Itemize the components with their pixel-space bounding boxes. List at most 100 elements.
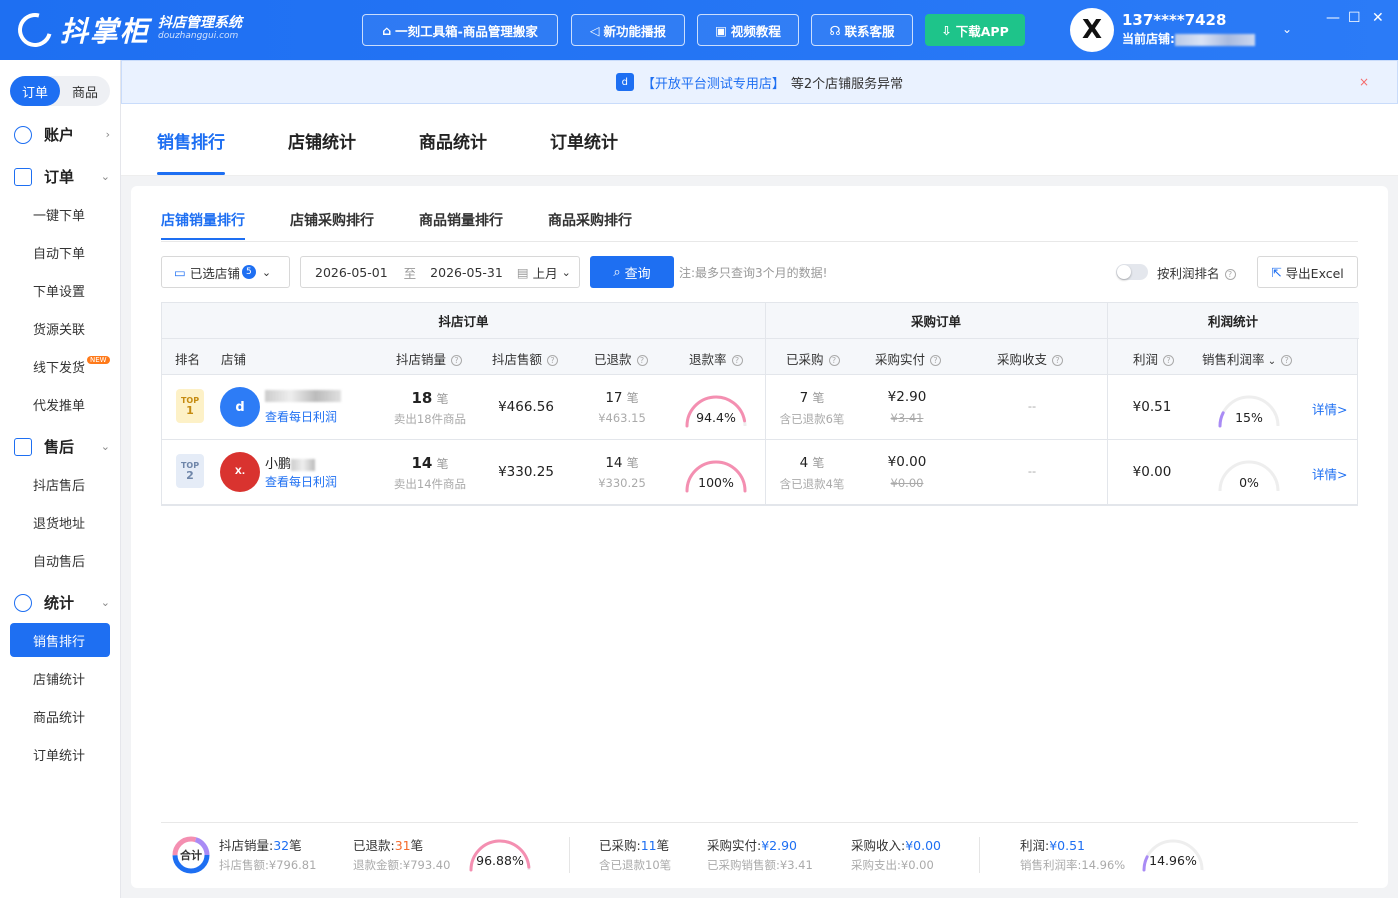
segment-orders[interactable]: 订单 [10, 76, 60, 106]
sales-count: 18 [411, 389, 433, 407]
sidebar-item-one-click-order[interactable]: 一键下单 [10, 197, 110, 231]
chevron-right-icon: › [105, 128, 110, 141]
sidebar-group-account[interactable]: 账户 › [14, 124, 114, 145]
table-row: TOP 2 X. 小鹏 查看每日利润 14 笔 卖出14件商品 ¥330.25 1… [162, 440, 1357, 505]
help-icon[interactable]: ? [451, 355, 463, 366]
subtab-product-sales-ranking[interactable]: 商品销量排行 [419, 210, 503, 230]
sidebar-item-return-address[interactable]: 退货地址 [10, 505, 110, 539]
purchased-count: 4 [799, 455, 809, 471]
refund-amount: ¥330.25 [598, 476, 646, 490]
sidebar-group-aftersale[interactable]: 售后 ⌄ [14, 436, 114, 457]
sidebar-item-douyin-aftersale[interactable]: 抖店售后 [10, 467, 110, 501]
sidebar-group-statistics[interactable]: 统计 ⌄ [14, 592, 114, 613]
detail-link[interactable]: 详情> [1312, 399, 1347, 418]
shop-name-redacted [265, 389, 341, 402]
subtab-shop-purchase-ranking[interactable]: 店铺采购排行 [290, 210, 374, 230]
headset-icon: ☊ [829, 22, 841, 38]
help-icon[interactable]: ? [1224, 269, 1236, 280]
contact-service-button[interactable]: ☊ 联系客服 [811, 14, 913, 46]
total-purchased: 已采购:11笔 [599, 838, 670, 853]
shop-selector[interactable]: ▭ 已选店铺 5 ⌄ [161, 256, 290, 288]
sidebar-item-product-stats[interactable]: 商品统计 [10, 699, 110, 733]
sales-amount: ¥466.56 [498, 399, 554, 415]
total-margin-label: 销售利润率:14.96% [1020, 858, 1126, 872]
sidebar-item-offline-ship[interactable]: 线下发货 NEW [10, 349, 110, 383]
subtab-product-purchase-ranking[interactable]: 商品采购排行 [548, 210, 632, 230]
notice-shop-link[interactable]: 【开放平台测试专用店】 [642, 73, 785, 92]
logo-icon [11, 6, 59, 54]
help-icon[interactable]: ? [828, 355, 840, 366]
user-menu[interactable]: X 137****7428 当前店铺: [1070, 8, 1255, 52]
toolbox-button[interactable]: ⌂ 一刻工具箱-商品管理搬家 [362, 14, 558, 46]
top-bar: 抖掌柜 抖店管理系统 douzhanggui.com ⌂ 一刻工具箱-商品管理搬家… [0, 0, 1398, 60]
refund-count: 14 [605, 455, 623, 471]
help-icon[interactable]: ? [547, 355, 559, 366]
toolbox-icon: ⌂ [382, 22, 392, 38]
purchased-count: 7 [799, 390, 809, 406]
total-purchase-income: 采购收入:¥0.00 [851, 838, 942, 853]
help-icon[interactable]: ? [930, 355, 942, 366]
tab-product-stats[interactable]: 商品统计 [419, 128, 487, 153]
divider [765, 303, 766, 506]
divider [569, 837, 570, 873]
sidebar-item-auto-aftersale[interactable]: 自动售后 [10, 543, 110, 577]
group-header-profit-stats: 利润统计 [1107, 303, 1359, 339]
purchase-balance: -- [1027, 399, 1037, 413]
new-features-button[interactable]: ◁ 新功能播报 [571, 14, 685, 46]
profit-rank-toggle[interactable] [1116, 264, 1148, 280]
query-button[interactable]: ⌕ 查询 [590, 256, 674, 288]
download-app-button[interactable]: ⇩ 下载APP [925, 14, 1025, 46]
sidebar-item-auto-order[interactable]: 自动下单 [10, 235, 110, 269]
app-subtitle: 抖店管理系统 [158, 15, 243, 31]
divider [1107, 303, 1108, 506]
maximize-button[interactable]: ☐ [1348, 10, 1361, 26]
view-daily-profit-link[interactable]: 查看每日利润 [265, 408, 337, 425]
group-header-purchase-orders: 采购订单 [765, 303, 1107, 339]
shop-icon: ▭ [174, 264, 186, 280]
total-sales: 抖店销量:32笔 [219, 838, 302, 853]
service-notice-bar: d 【开放平台测试专用店】 等2个店铺服务异常 × [121, 60, 1398, 104]
date-start[interactable]: 2026-05-01 [315, 265, 388, 280]
sidebar-item-order-stats[interactable]: 订单统计 [10, 737, 110, 771]
purchase-paid: ¥2.90 [887, 389, 927, 405]
help-icon[interactable]: ? [731, 355, 743, 366]
date-range-picker[interactable]: 2026-05-01 至 2026-05-31 ▤ 上月 ⌄ [300, 256, 580, 288]
sidebar-group-orders[interactable]: 订单 ⌄ [14, 166, 114, 187]
tab-order-stats[interactable]: 订单统计 [550, 128, 618, 153]
help-icon[interactable]: ? [1163, 355, 1175, 366]
user-phone: 137****7428 [1122, 11, 1227, 29]
export-excel-button[interactable]: ⇱ 导出Excel [1257, 256, 1358, 288]
total-purchase-sales: 已采购销售额:¥3.41 [707, 858, 813, 872]
purchase-paid-original: ¥0.00 [890, 476, 924, 490]
shop-logo-icon: d [615, 73, 634, 91]
current-shop-label: 当前店铺: [1122, 32, 1175, 46]
help-icon[interactable]: ? [1281, 355, 1293, 366]
view-daily-profit-link[interactable]: 查看每日利润 [265, 473, 337, 490]
minimize-button[interactable]: — [1326, 10, 1340, 26]
help-icon[interactable]: ? [636, 355, 648, 366]
sidebar-item-dropship-push[interactable]: 代发推单 [10, 387, 110, 421]
sidebar: 订单 商品 账户 › 订单 ⌄ 一键下单 自动下单 下单设置 货源关联 线下发货 NE… [0, 60, 121, 898]
help-icon[interactable]: ? [1052, 355, 1064, 366]
video-tutorial-button[interactable]: ▣ 视频教程 [697, 14, 799, 46]
sidebar-item-order-settings[interactable]: 下单设置 [10, 273, 110, 307]
segment-products[interactable]: 商品 [60, 76, 110, 106]
subtab-shop-sales-ranking[interactable]: 店铺销量排行 [161, 210, 245, 240]
date-end[interactable]: 2026-05-31 [430, 265, 503, 280]
user-avatar: X [1070, 8, 1114, 52]
user-chevron-down-icon[interactable]: ⌄ [1282, 22, 1292, 36]
purchase-paid-original: ¥3.41 [890, 411, 924, 425]
total-label: 合计 [180, 849, 202, 862]
period-select[interactable]: 上月 [533, 263, 558, 282]
close-button[interactable]: ✕ [1372, 10, 1384, 26]
tab-sales-ranking[interactable]: 销售排行 [157, 128, 225, 175]
chevron-down-icon: ⌄ [100, 170, 110, 183]
col-margin[interactable]: 销售利润率 ⌄? [1202, 349, 1293, 368]
sidebar-item-sales-ranking[interactable]: 销售排行 [10, 623, 110, 657]
tab-shop-stats[interactable]: 店铺统计 [288, 128, 356, 153]
detail-link[interactable]: 详情> [1312, 464, 1347, 483]
chevron-down-icon: ⌄ [261, 265, 272, 279]
notice-close-icon[interactable]: × [1359, 75, 1369, 89]
sidebar-item-source-link[interactable]: 货源关联 [10, 311, 110, 345]
sidebar-item-shop-stats[interactable]: 店铺统计 [10, 661, 110, 695]
